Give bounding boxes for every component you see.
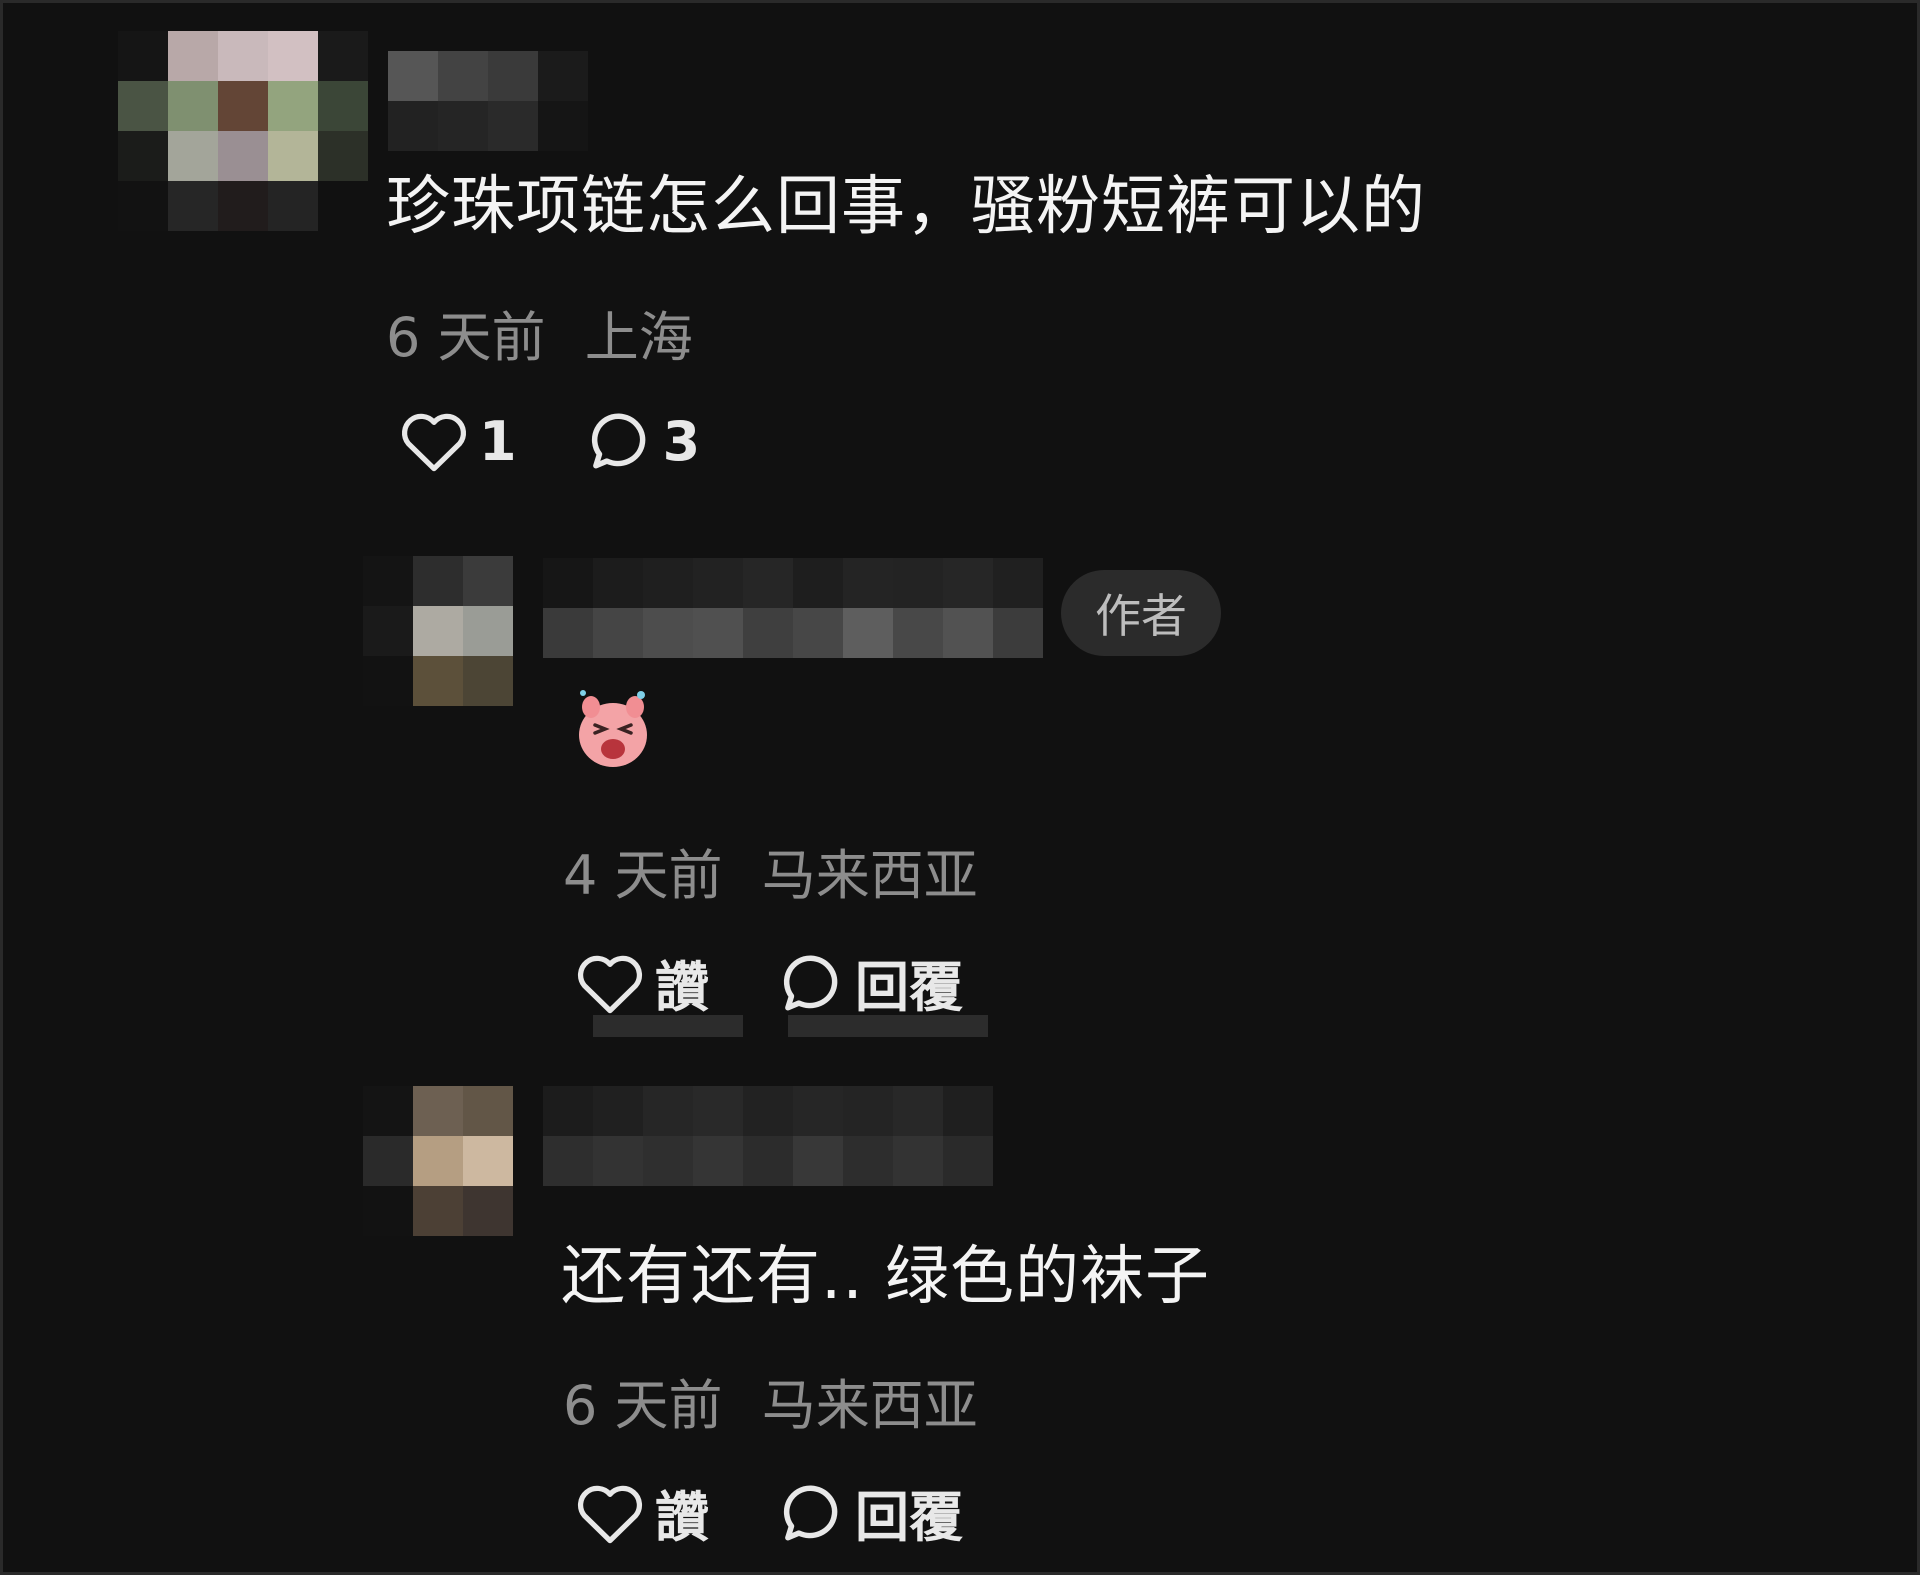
- reply-label: 回覆: [855, 956, 963, 1019]
- comment-text: 珍珠项链怎么回事，骚粉短裤可以的: [386, 170, 1426, 244]
- username[interactable]: [388, 51, 588, 151]
- heart-icon: [578, 1485, 642, 1543]
- comment-thread: 珍珠项链怎么回事，骚粉短裤可以的 6 天前 上海 1 3 作者 4 天前 马来西…: [0, 0, 1920, 1575]
- heart-icon: [578, 955, 642, 1013]
- laughing-pig-sticker-icon: [579, 690, 647, 767]
- reply-button[interactable]: 回覆: [777, 943, 963, 1022]
- comment-meta: 6 天前 上海: [386, 293, 693, 372]
- reply-actions: 讚 回覆: [575, 1473, 1031, 1552]
- comment-location: 上海: [584, 306, 693, 369]
- like-button[interactable]: 讚: [575, 943, 709, 1022]
- reply-meta: 6 天前 马来西亚: [563, 1361, 978, 1440]
- like-button[interactable]: 1: [399, 409, 517, 473]
- comment-time: 6 天前: [386, 306, 546, 369]
- like-button[interactable]: 讚: [575, 1473, 709, 1552]
- reply-username[interactable]: [543, 558, 1043, 658]
- reply-button[interactable]: 3: [585, 408, 701, 474]
- reply-username[interactable]: [543, 1086, 993, 1186]
- reply-text: 还有还有.. 绿色的袜子: [561, 1240, 1211, 1314]
- reply-count: 3: [662, 409, 701, 473]
- heart-icon: [402, 413, 466, 472]
- author-badge: 作者: [1061, 570, 1221, 656]
- avatar[interactable]: [118, 31, 368, 231]
- reply-actions: 讚 回覆: [575, 943, 1031, 1022]
- reply-time: 4 天前: [563, 844, 723, 907]
- comment-actions: 1 3: [399, 408, 768, 474]
- like-count: 1: [479, 409, 517, 473]
- like-label: 讚: [655, 1486, 709, 1549]
- divider: [788, 1015, 988, 1037]
- reply-button[interactable]: 回覆: [777, 1473, 963, 1552]
- reply-avatar[interactable]: [363, 556, 513, 706]
- reply-location: 马来西亚: [761, 844, 978, 907]
- comment-bubble-icon: [591, 413, 645, 469]
- reply-avatar[interactable]: [363, 1086, 513, 1236]
- comment-bubble-icon: [783, 954, 838, 1010]
- reply-label: 回覆: [855, 1486, 963, 1549]
- reply-meta: 4 天前 马来西亚: [563, 831, 978, 910]
- divider: [593, 1015, 743, 1037]
- reply-location: 马来西亚: [761, 1374, 978, 1437]
- like-label: 讚: [655, 956, 709, 1019]
- comment-bubble-icon: [783, 1484, 838, 1540]
- reply-time: 6 天前: [563, 1374, 723, 1437]
